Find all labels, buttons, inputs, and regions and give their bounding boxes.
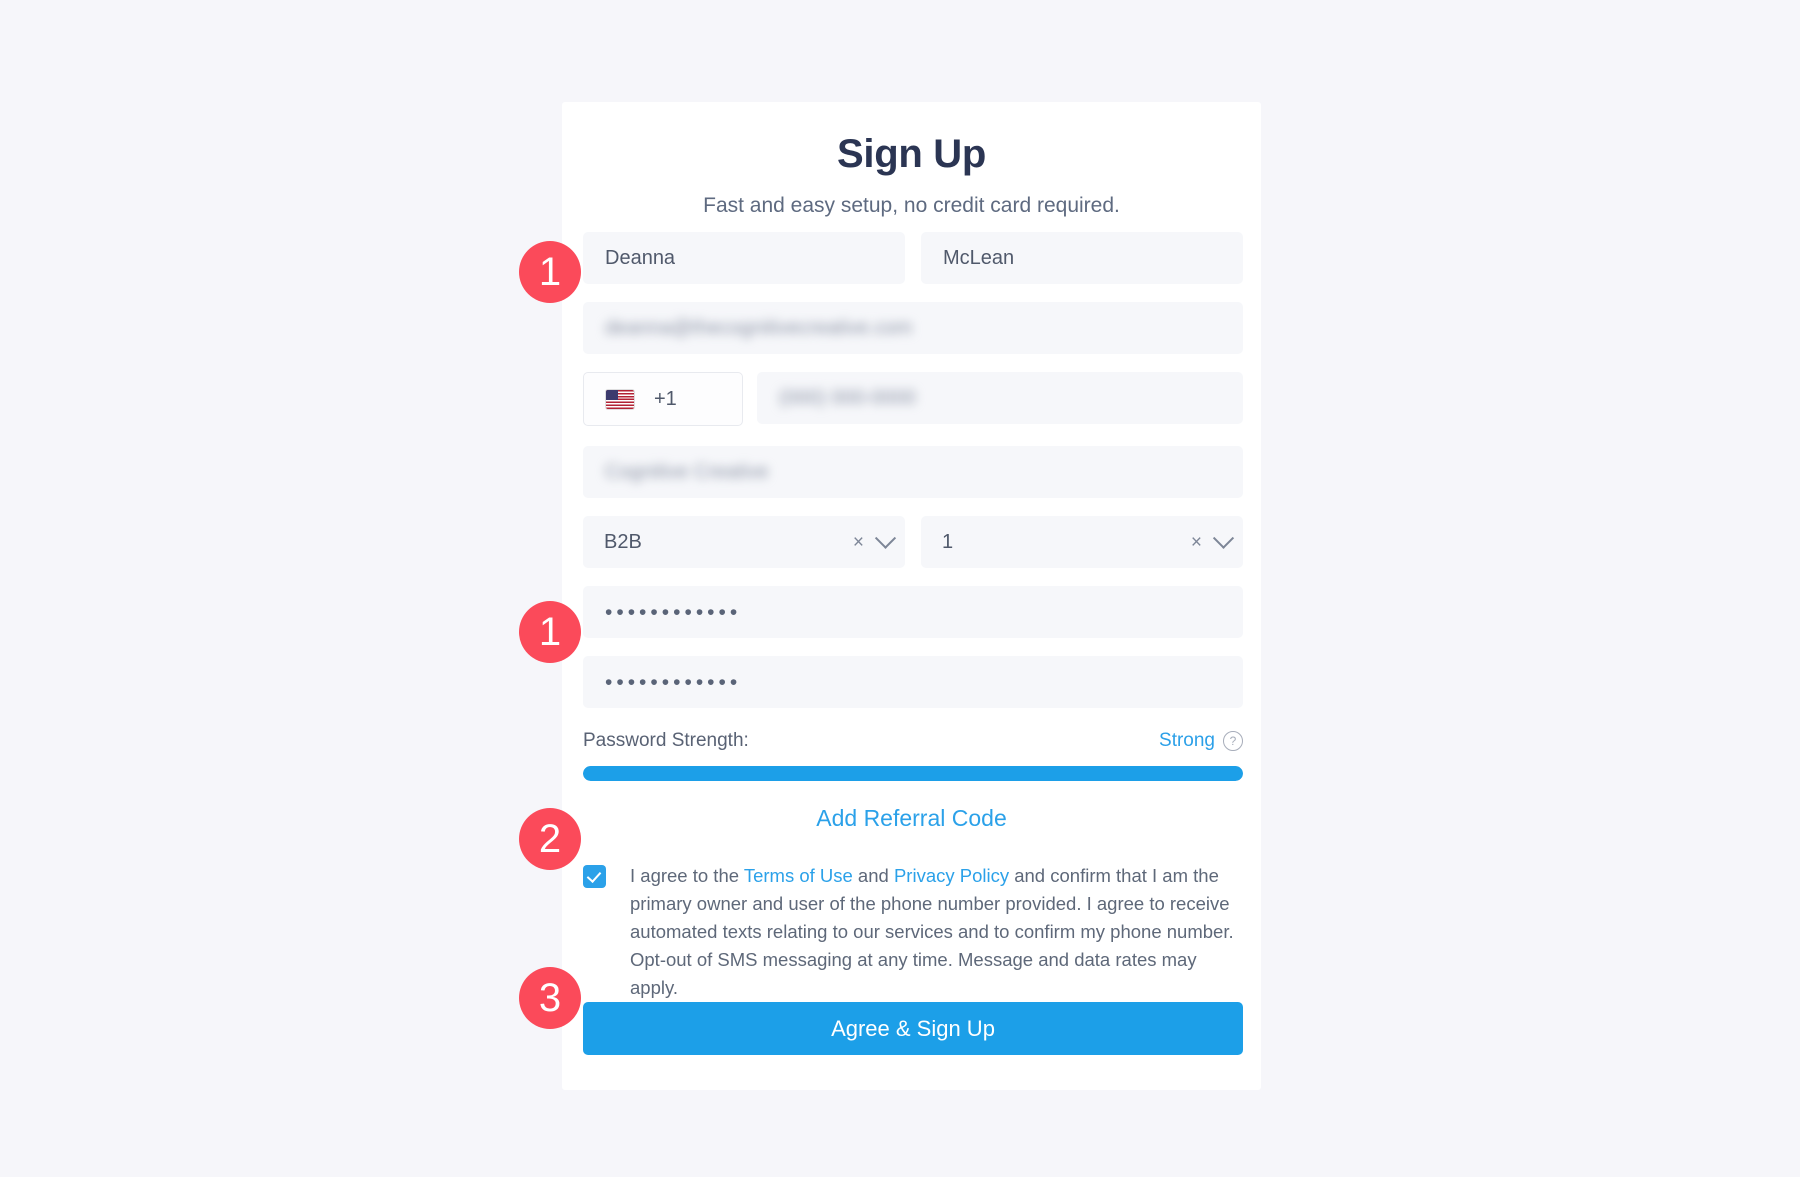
company-input[interactable]: Cognitive Creative [583, 446, 1243, 498]
last-name-input[interactable]: McLean [921, 232, 1243, 284]
business-type-value: B2B [604, 530, 642, 553]
page-title: Sign Up [837, 132, 986, 176]
terms-text-part-2: and [852, 865, 894, 886]
password-strength-label: Password Strength: [583, 730, 749, 751]
terms-checkbox[interactable] [583, 865, 606, 888]
password-input[interactable]: •••••••••••• [583, 586, 1243, 638]
signup-card: Sign Up Fast and easy setup, no credit c… [562, 102, 1261, 1090]
password-strength-bar-fill [583, 766, 1243, 781]
terms-agreement-row: I agree to the Terms of Use and Privacy … [583, 862, 1243, 1003]
step-badge-3-submit: 3 [519, 967, 581, 1029]
password-strength-bar [583, 766, 1243, 781]
page-subtitle: Fast and easy setup, no credit card requ… [703, 194, 1120, 217]
confirm-password-input[interactable]: •••••••••••• [583, 656, 1243, 708]
step-badge-1-passwords-label: 1 [538, 610, 562, 654]
step-badge-1-names-label: 1 [538, 250, 562, 294]
help-circle-icon[interactable]: ? [1223, 731, 1243, 751]
step-badge-1-names: 1 [519, 241, 581, 303]
add-referral-code-link[interactable]: Add Referral Code [562, 805, 1261, 832]
agree-and-sign-up-button[interactable]: Agree & Sign Up [583, 1002, 1243, 1055]
business-type-select[interactable]: B2B × [583, 516, 905, 568]
phone-input[interactable]: (000) 000-0000 [757, 372, 1243, 424]
step-badge-2-terms: 2 [519, 808, 581, 870]
us-flag-icon [606, 389, 634, 409]
confirm-password-value: •••••••••••• [605, 670, 742, 694]
privacy-policy-link[interactable]: Privacy Policy [894, 865, 1009, 886]
password-value: •••••••••••• [605, 600, 742, 624]
company-value: Cognitive Creative [605, 460, 769, 483]
terms-text-part-1: I agree to the [630, 865, 744, 886]
password-strength-value: Strong [1159, 730, 1215, 751]
first-name-value: Deanna [605, 246, 676, 269]
email-input[interactable]: deanna@thecognitivecreative.com [583, 302, 1243, 354]
clear-icon[interactable]: × [853, 533, 864, 552]
last-name-value: McLean [943, 246, 1015, 269]
country-code-value: +1 [654, 387, 677, 410]
step-badge-1-passwords: 1 [519, 601, 581, 663]
employees-select[interactable]: 1 × [921, 516, 1243, 568]
phone-value: (000) 000-0000 [779, 386, 916, 409]
email-value: deanna@thecognitivecreative.com [605, 316, 913, 339]
clear-icon[interactable]: × [1191, 533, 1202, 552]
country-code-select[interactable]: +1 [583, 372, 743, 426]
first-name-input[interactable]: Deanna [583, 232, 905, 284]
terms-text: I agree to the Terms of Use and Privacy … [630, 862, 1243, 1003]
password-strength-row: Password Strength: Strong ? [583, 729, 1243, 753]
check-icon [586, 867, 602, 884]
chevron-down-icon[interactable] [874, 527, 897, 549]
chevron-down-icon[interactable] [1212, 527, 1235, 549]
step-badge-2-terms-label: 2 [538, 817, 562, 861]
step-badge-3-submit-label: 3 [538, 976, 562, 1020]
employees-value: 1 [942, 530, 954, 553]
terms-of-use-link[interactable]: Terms of Use [744, 865, 853, 886]
